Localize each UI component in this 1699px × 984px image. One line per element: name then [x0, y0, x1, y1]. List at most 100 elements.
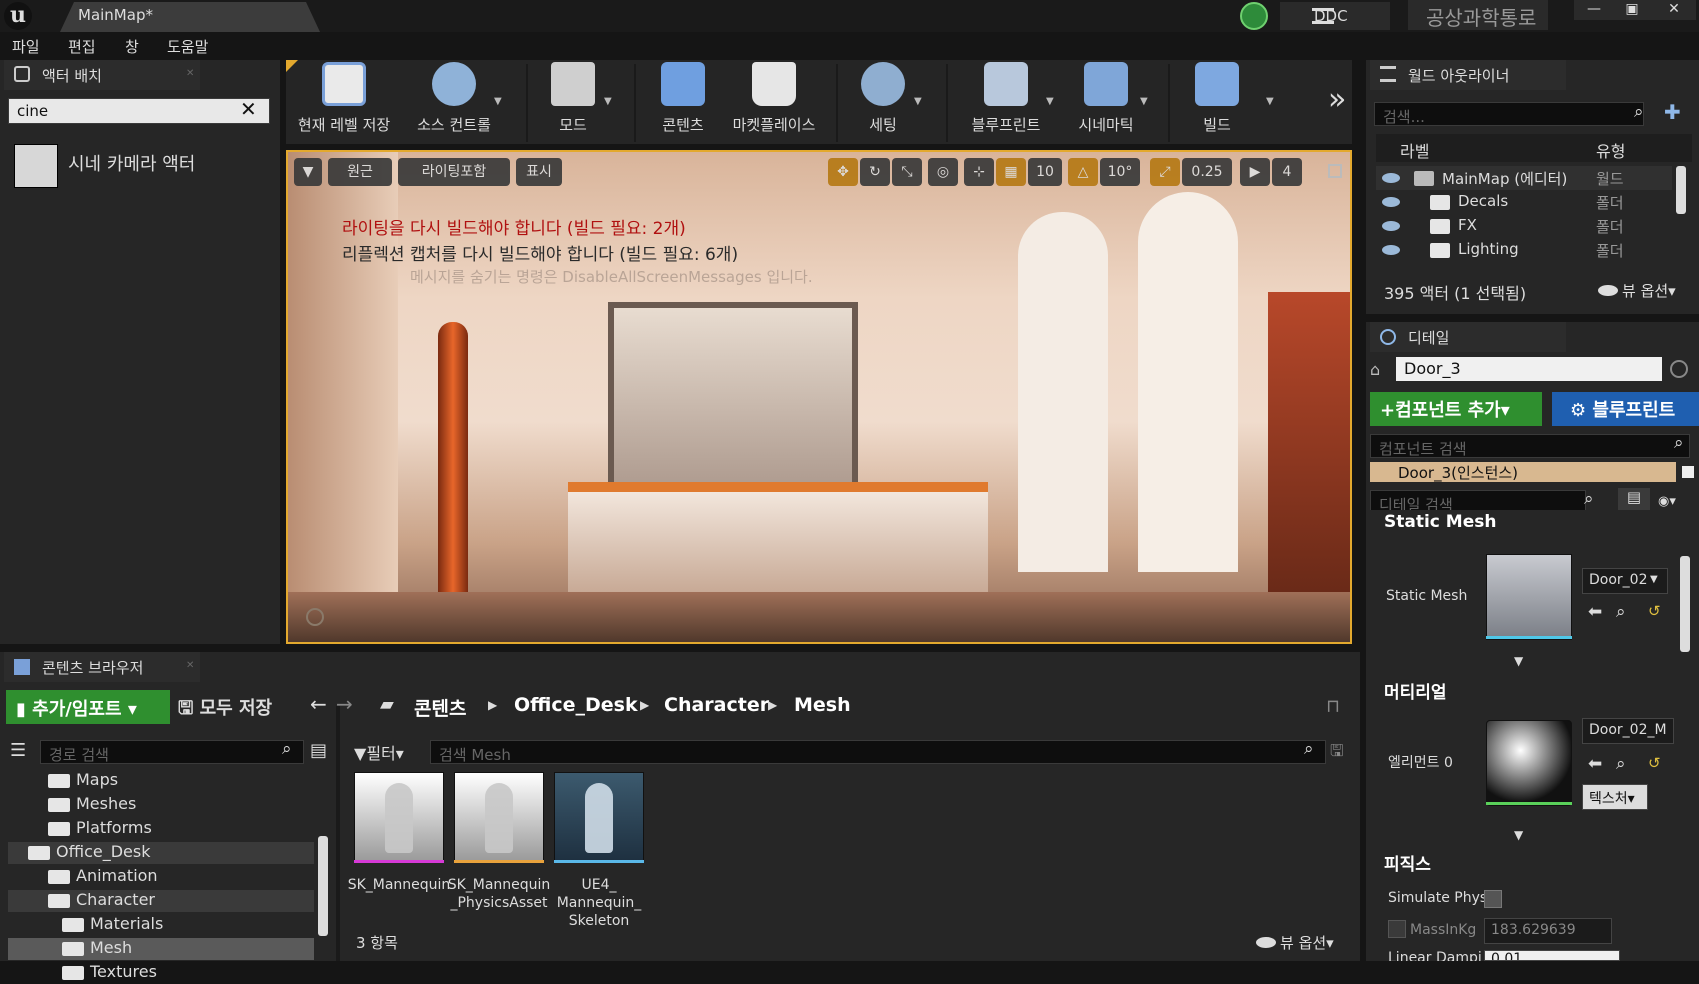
visibility-eye-icon[interactable]: [1382, 221, 1400, 231]
material-section-header[interactable]: 머티리얼: [1366, 676, 1699, 703]
menu-file[interactable]: 파일: [12, 36, 40, 57]
settings-button[interactable]: 세팅: [848, 62, 918, 138]
expand-arrow-icon[interactable]: ▼: [1514, 654, 1523, 668]
blueprint-convert-button[interactable]: ⚙ 블루프린트: [1552, 392, 1699, 426]
static-mesh-section-header[interactable]: Static Mesh: [1366, 510, 1699, 536]
filter-button[interactable]: ▼필터▾: [354, 740, 404, 764]
component-instance-row[interactable]: Door_3(인스턴스): [1370, 462, 1676, 482]
breadcrumb-character[interactable]: Character: [664, 694, 769, 716]
col-type-header[interactable]: 유형: [1596, 138, 1625, 162]
translate-tool-icon[interactable]: ✥: [828, 158, 858, 186]
camera-speed-value[interactable]: 4: [1272, 158, 1302, 186]
cinematics-button[interactable]: 시네마틱: [1066, 62, 1146, 138]
tree-row[interactable]: Animation: [8, 866, 314, 888]
path-search-input[interactable]: 경로 검색: [40, 740, 304, 764]
browse-icon[interactable]: ⌕: [1616, 602, 1626, 622]
toolbar-more-icon[interactable]: »: [1328, 82, 1346, 117]
save-all-button[interactable]: 🖫 모두 저장: [178, 694, 272, 726]
outliner-view-options[interactable]: 뷰 옵션▾: [1598, 280, 1676, 301]
use-selected-icon[interactable]: ⬅: [1588, 602, 1602, 622]
outliner-row[interactable]: FX 폴더: [1376, 214, 1672, 238]
outliner-row[interactable]: Lighting 폴더: [1376, 238, 1672, 262]
actor-search-input[interactable]: cine: [8, 98, 270, 124]
close-cb-tab-icon[interactable]: ✕: [186, 660, 194, 671]
maximize-button[interactable]: ▣: [1612, 0, 1652, 20]
source-control-status-icon[interactable]: [1240, 2, 1268, 30]
lighting-mode-button[interactable]: 라이팅포함: [398, 158, 510, 186]
rotation-snap-value[interactable]: 10°: [1100, 158, 1140, 186]
simulate-physics-checkbox[interactable]: [1484, 890, 1502, 908]
material-expand-icon[interactable]: ▼: [1514, 828, 1523, 842]
breadcrumb-sep-icon[interactable]: ▶: [640, 698, 649, 712]
modes-dropdown-icon[interactable]: ▼: [604, 96, 612, 107]
lock-selection-icon[interactable]: [1670, 360, 1688, 378]
tree-row[interactable]: Platforms: [8, 818, 314, 840]
world-outliner-tab[interactable]: 월드 아웃라이너: [1370, 60, 1566, 90]
breadcrumb-mesh[interactable]: Mesh: [794, 694, 851, 716]
back-arrow-icon[interactable]: ←: [310, 692, 327, 716]
asset-thumbnail[interactable]: [554, 772, 644, 862]
tree-row[interactable]: Materials: [8, 914, 314, 936]
texture-dropdown[interactable]: 텍스처▾: [1582, 784, 1648, 810]
component-search-input[interactable]: 컴포넌트 검색: [1370, 434, 1690, 458]
scale-tool-icon[interactable]: ⤡: [892, 158, 922, 186]
source-control-dropdown-icon[interactable]: ▼: [494, 96, 502, 107]
build-button[interactable]: 빌드: [1182, 62, 1252, 138]
mass-override-checkbox[interactable]: [1388, 920, 1406, 938]
details-tab[interactable]: 디테일: [1370, 322, 1566, 352]
blueprint-button[interactable]: 블루프린트: [956, 62, 1056, 138]
asset-search-input[interactable]: 검색 Mesh: [430, 740, 1326, 764]
tree-row[interactable]: Meshes: [8, 794, 314, 816]
unreal-logo-icon[interactable]: u: [4, 2, 32, 30]
add-import-button[interactable]: ▮ 추가/임포트 ▾: [6, 690, 170, 724]
tree-row[interactable]: Mesh: [8, 938, 314, 960]
material-browse-icon[interactable]: ⌕: [1616, 754, 1626, 774]
visibility-eye-icon[interactable]: [1382, 197, 1400, 207]
save-level-button[interactable]: 현재 레벨 저장: [294, 62, 394, 138]
save-search-icon[interactable]: 🖫: [1330, 740, 1344, 767]
cinematics-dropdown-icon[interactable]: ▼: [1140, 96, 1148, 107]
build-dropdown-icon[interactable]: ▼: [1266, 96, 1274, 107]
grid-snap-value[interactable]: 10: [1028, 158, 1062, 186]
world-space-icon[interactable]: ◎: [928, 158, 958, 186]
content-button[interactable]: 콘텐츠: [648, 62, 718, 138]
modes-button[interactable]: 모드: [538, 62, 608, 138]
menu-help[interactable]: 도움말: [167, 36, 208, 57]
outliner-row[interactable]: MainMap (에디터) 월드: [1376, 166, 1672, 190]
lock-icon[interactable]: ⊓: [1326, 696, 1340, 717]
asset-thumbnail[interactable]: [454, 772, 544, 862]
tree-scrollbar[interactable]: [318, 836, 328, 936]
maximize-viewport-icon[interactable]: [1328, 164, 1342, 178]
asset-thumbnail[interactable]: [354, 772, 444, 862]
surface-snap-icon[interactable]: ⊹: [964, 158, 994, 186]
add-component-button[interactable]: +컴포넌트 추가▾: [1370, 392, 1542, 426]
details-scrollbar[interactable]: [1680, 556, 1690, 652]
grid-snap-icon[interactable]: ▦: [996, 158, 1026, 186]
visibility-eye-icon[interactable]: [1382, 245, 1400, 255]
breadcrumb-content[interactable]: 콘텐츠: [414, 694, 466, 721]
outliner-search-input[interactable]: 검색...: [1374, 102, 1644, 126]
close-tab-icon[interactable]: ✕: [186, 68, 194, 79]
menu-edit[interactable]: 편집: [68, 36, 96, 57]
scale-snap-icon[interactable]: ⤢: [1150, 158, 1180, 186]
blueprint-dropdown-icon[interactable]: ▼: [1046, 96, 1054, 107]
tree-row[interactable]: Office_Desk: [8, 842, 314, 864]
col-label-header[interactable]: 라벨: [1400, 138, 1429, 162]
mass-field[interactable]: 183.629639: [1484, 918, 1612, 944]
tree-row[interactable]: Textures: [8, 962, 314, 984]
camera-speed-icon[interactable]: ▶: [1240, 158, 1270, 186]
marketplace-button[interactable]: 마켓플레이스: [724, 62, 824, 138]
outliner-row[interactable]: Decals 폴더: [1376, 190, 1672, 214]
cb-view-options[interactable]: 뷰 옵션▾: [1256, 932, 1334, 953]
sources-toggle-icon[interactable]: ☰: [10, 740, 26, 761]
reset-icon[interactable]: ↺: [1648, 602, 1661, 620]
viewport-options-dropdown[interactable]: ▼: [294, 158, 322, 186]
level-tab[interactable]: MainMap*: [60, 2, 320, 32]
actor-place-tab[interactable]: 액터 배치: [4, 60, 200, 90]
clear-search-icon[interactable]: ✕: [240, 97, 257, 121]
show-button[interactable]: 표시: [516, 158, 562, 186]
material-combo[interactable]: Door_02_M: [1582, 718, 1674, 744]
scale-snap-value[interactable]: 0.25: [1182, 158, 1232, 186]
material-use-selected-icon[interactable]: ⬅: [1588, 754, 1602, 774]
breadcrumb-office-desk[interactable]: Office_Desk: [514, 694, 638, 716]
